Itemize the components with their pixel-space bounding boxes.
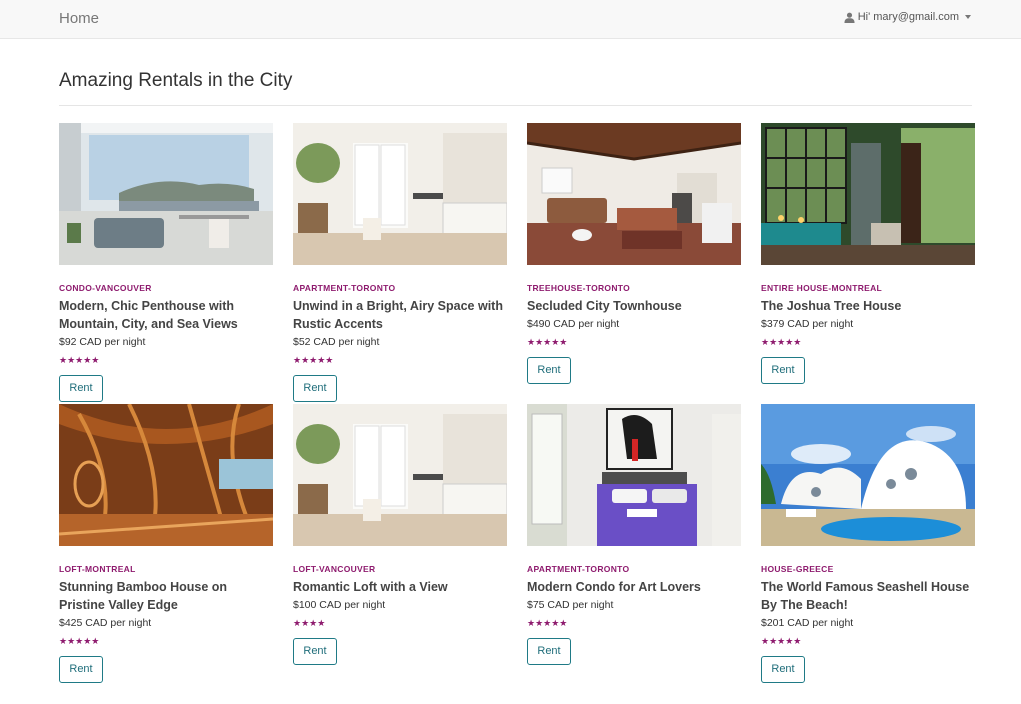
listing-card: APARTMENT-TORONTO Modern Condo for Art L… — [527, 404, 741, 665]
rent-button[interactable]: Rent — [527, 638, 571, 665]
listing-title: Romantic Loft with a View — [293, 580, 448, 594]
listing-title: The World Famous Seashell House By The B… — [761, 580, 970, 612]
listing-card: HOUSE-GREECE The World Famous Seashell H… — [761, 404, 975, 683]
title-divider — [59, 105, 972, 106]
listing-card: APARTMENT-TORONTO Unwind in a Bright, Ai… — [293, 123, 507, 402]
rent-button[interactable]: Rent — [527, 357, 571, 384]
listing-price: $201 CAD per night — [761, 617, 854, 629]
townhouse-living-room-photo[interactable] — [527, 123, 741, 265]
navbar: Home Hi' mary@gmail.com — [0, 0, 1021, 39]
listing-category: CONDO-VANCOUVER — [59, 283, 152, 293]
loft-kitchen-photo[interactable] — [293, 404, 507, 546]
rent-button[interactable]: Rent — [59, 656, 103, 683]
star-rating: ★★★★★ — [527, 337, 568, 347]
listing-category: ENTIRE HOUSE-MONTREAL — [761, 283, 883, 293]
listing-price: $425 CAD per night — [59, 617, 152, 629]
user-menu-label: Hi' mary@gmail.com — [857, 11, 959, 23]
rent-button[interactable]: Rent — [293, 375, 337, 402]
listing-category: TREEHOUSE-TORONTO — [527, 283, 631, 293]
star-rating: ★★★★★ — [761, 337, 802, 347]
listing-category: LOFT-MONTREAL — [59, 564, 136, 574]
listing-title: Modern, Chic Penthouse with Mountain, Ci… — [59, 299, 238, 331]
listing-title: Modern Condo for Art Lovers — [527, 580, 701, 594]
bright-kitchen-photo[interactable] — [293, 123, 507, 265]
rent-button[interactable]: Rent — [761, 357, 805, 384]
listing-category: HOUSE-GREECE — [761, 564, 834, 574]
listing-price: $490 CAD per night — [527, 318, 620, 330]
rent-button[interactable]: Rent — [59, 375, 103, 402]
star-rating: ★★★★ — [293, 618, 326, 628]
listing-card: ENTIRE HOUSE-MONTREAL The Joshua Tree Ho… — [761, 123, 975, 384]
listing-card: LOFT-VANCOUVER Romantic Loft with a View… — [293, 404, 507, 665]
star-rating: ★★★★★ — [293, 355, 334, 365]
listing-price: $379 CAD per night — [761, 318, 854, 330]
listing-price: $100 CAD per night — [293, 599, 386, 611]
listing-category: APARTMENT-TORONTO — [293, 283, 396, 293]
listing-card: CONDO-VANCOUVER Modern, Chic Penthouse w… — [59, 123, 273, 402]
star-rating: ★★★★★ — [59, 636, 100, 646]
home-link[interactable]: Home — [59, 10, 99, 27]
bamboo-house-photo[interactable] — [59, 404, 273, 546]
star-rating: ★★★★★ — [761, 636, 802, 646]
caret-down-icon — [965, 15, 971, 19]
listing-title: Stunning Bamboo House on Pristine Valley… — [59, 580, 228, 612]
listing-title: Unwind in a Bright, Airy Space with Rust… — [293, 299, 503, 331]
star-rating: ★★★★★ — [527, 618, 568, 628]
listing-title: Secluded City Townhouse — [527, 299, 682, 313]
listing-title: The Joshua Tree House — [761, 299, 902, 313]
listing-category: LOFT-VANCOUVER — [293, 564, 376, 574]
joshua-tree-house-photo[interactable] — [761, 123, 975, 265]
listing-card: LOFT-MONTREAL Stunning Bamboo House on P… — [59, 404, 273, 683]
listing-price: $52 CAD per night — [293, 336, 380, 348]
rent-button[interactable]: Rent — [293, 638, 337, 665]
seashell-house-photo[interactable] — [761, 404, 975, 546]
user-icon — [844, 12, 855, 23]
art-bedroom-photo[interactable] — [527, 404, 741, 546]
listing-category: APARTMENT-TORONTO — [527, 564, 630, 574]
listing-price: $75 CAD per night — [527, 599, 614, 611]
page-title: Amazing Rentals in the City — [59, 70, 293, 91]
star-rating: ★★★★★ — [59, 355, 100, 365]
user-menu[interactable]: Hi' mary@gmail.com — [844, 11, 971, 23]
listing-card: TREEHOUSE-TORONTO Secluded City Townhous… — [527, 123, 741, 384]
rent-button[interactable]: Rent — [761, 656, 805, 683]
penthouse-photo[interactable] — [59, 123, 273, 265]
listing-price: $92 CAD per night — [59, 336, 146, 348]
